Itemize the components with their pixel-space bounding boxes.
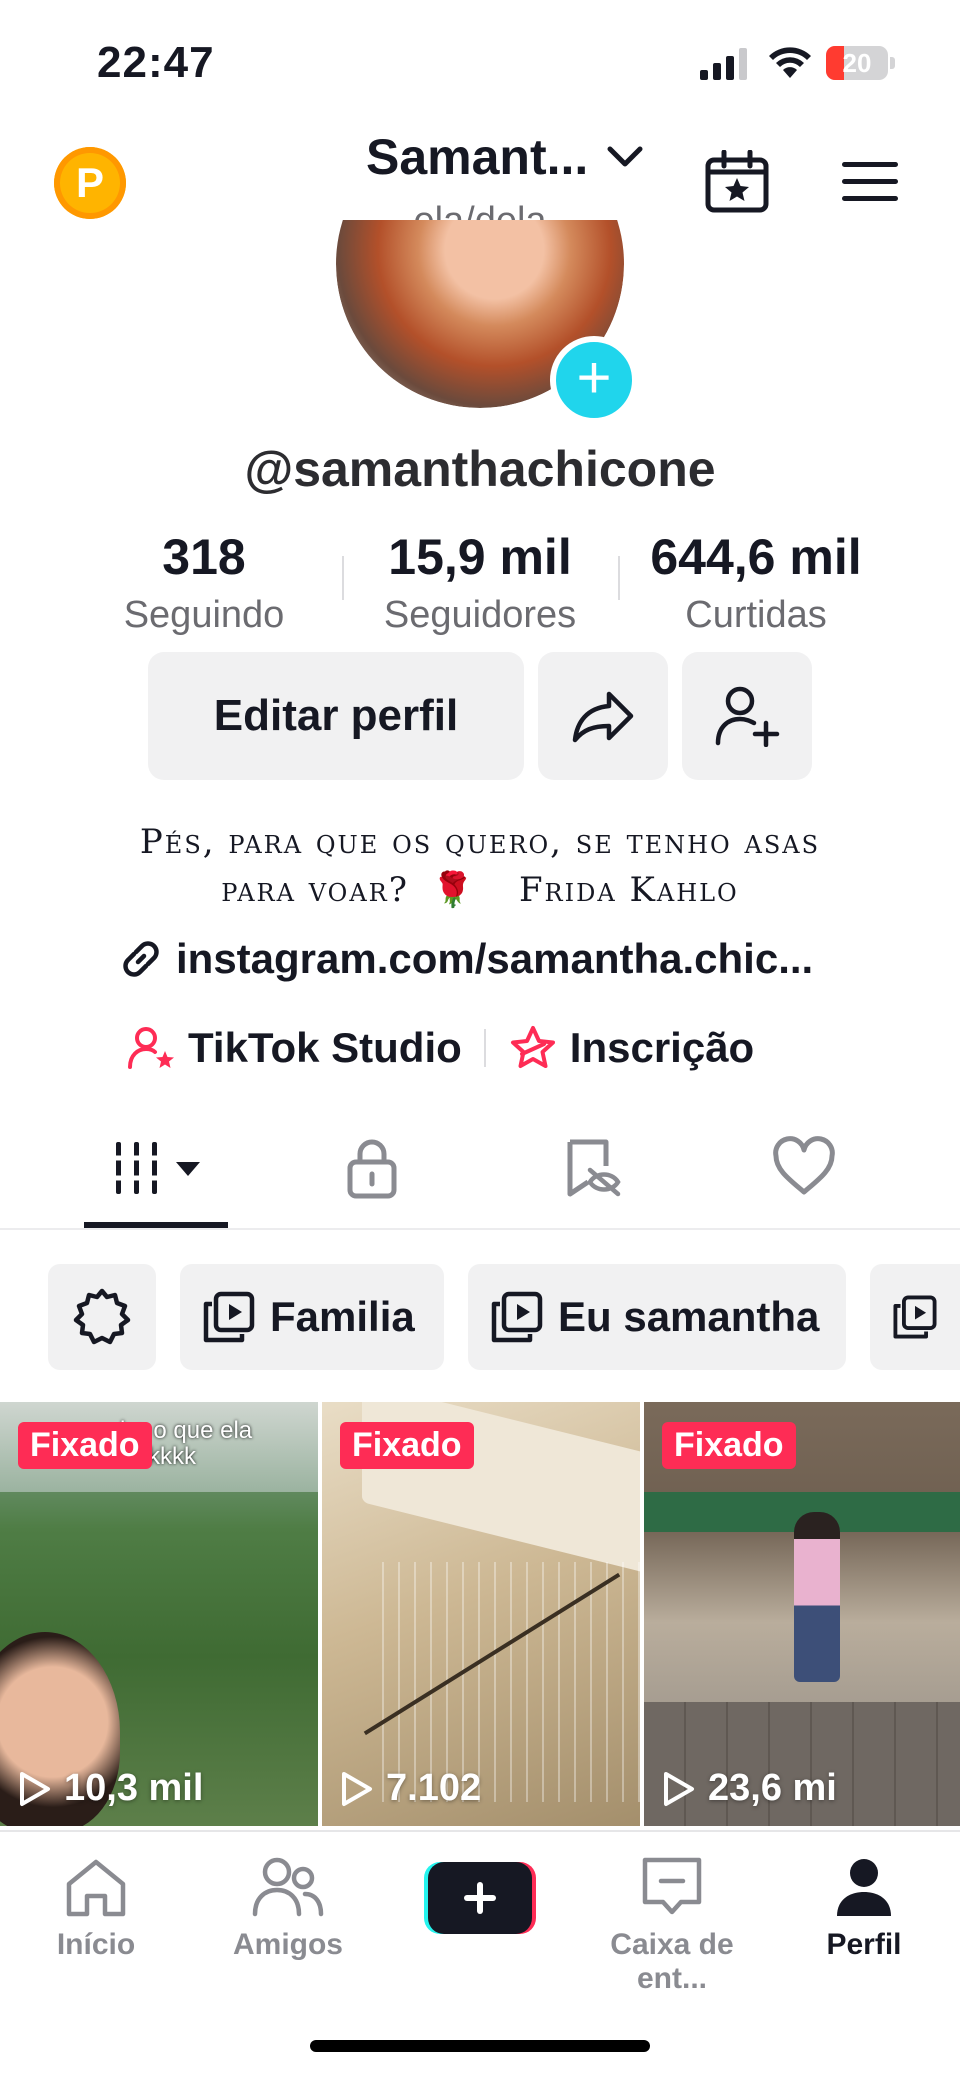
playlist-icon <box>203 1291 255 1343</box>
profile-icon <box>837 1859 891 1916</box>
stat-following-value[interactable]: 318 <box>54 528 354 586</box>
video-thumbnail[interactable]: ...be o que ela ...Kkkkkk Fixado 10,3 mi… <box>0 1402 318 1826</box>
status-time: 22:47 <box>97 38 215 87</box>
home-indicator <box>310 2040 650 2052</box>
playlist-label: Eu samantha <box>558 1293 820 1340</box>
view-count: 7.102 <box>340 1767 481 1810</box>
bio-line-2a: para voar? <box>221 870 409 910</box>
playlist-chip-partial[interactable] <box>870 1264 960 1370</box>
bio-line-2b: Frida Kahlo <box>518 870 739 910</box>
shortcut-row: TikTok Studio Inscrição <box>128 1024 754 1072</box>
stat-followers-label[interactable]: Seguidores <box>330 594 630 637</box>
stat-likes-value[interactable]: 644,6 mil <box>606 528 906 586</box>
plus-icon <box>464 1882 496 1914</box>
view-count: 10,3 mil <box>18 1767 203 1810</box>
nav-home[interactable]: Início <box>6 1856 186 1962</box>
pinned-badge: Fixado <box>662 1422 796 1469</box>
wifi-icon <box>769 47 811 78</box>
bio-line-1: Pés, para que os quero, se tenho asas <box>139 822 821 862</box>
play-icon <box>20 1771 50 1806</box>
videos-grid-tab-icon[interactable] <box>112 1136 204 1200</box>
share-icon <box>572 691 634 743</box>
creator-star-icon <box>128 1027 174 1069</box>
subscription-star-icon <box>510 1026 555 1068</box>
playlist-icon <box>893 1295 937 1339</box>
rose-emoji: 🌹 <box>431 870 477 910</box>
pinned-badge: Fixado <box>340 1422 474 1469</box>
playlist-chip[interactable]: Familia <box>180 1264 444 1370</box>
add-story-plus-icon[interactable]: + <box>550 336 638 424</box>
video-thumbnail[interactable]: Fixado 23,6 mi <box>644 1402 960 1826</box>
bio-link-text[interactable]: instagram.com/samantha.chic... <box>176 935 813 983</box>
edit-profile-button[interactable]: Editar perfil <box>148 652 524 780</box>
bio-link[interactable]: instagram.com/samantha.chic... <box>120 935 813 983</box>
signal-icon <box>700 48 747 80</box>
battery-level: 20 <box>842 48 872 78</box>
stat-likes-label[interactable]: Curtidas <box>606 594 906 637</box>
shortcut-divider <box>483 1029 486 1067</box>
bio-line-2: para voar? 🌹 Frida Kahlo <box>0 870 960 910</box>
add-user-icon <box>715 686 780 747</box>
view-count: 23,6 mi <box>662 1767 837 1810</box>
tiktok-studio-label[interactable]: TikTok Studio <box>188 1024 462 1072</box>
home-icon <box>66 1859 126 1917</box>
lock-tab-icon[interactable] <box>340 1136 404 1200</box>
account-switcher[interactable]: Samant... <box>366 128 588 186</box>
menu-icon[interactable] <box>840 158 900 206</box>
nav-inbox[interactable]: Caixa de ent... <box>582 1856 762 1996</box>
playlist-icon <box>491 1291 543 1343</box>
nav-friends[interactable]: Amigos <box>198 1856 378 1962</box>
tab-bar-divider <box>0 1228 960 1230</box>
nav-home-label: Início <box>56 1928 136 1961</box>
nav-friends-label: Amigos <box>232 1928 343 1961</box>
add-friends-button[interactable] <box>682 652 812 780</box>
stat-followers-value[interactable]: 15,9 mil <box>330 528 630 586</box>
view-count-value: 23,6 mi <box>708 1767 837 1809</box>
nav-profile[interactable]: Perfil <box>774 1856 954 1962</box>
playlist-label: Familia <box>270 1293 415 1340</box>
playlist-chip[interactable]: Eu samantha <box>468 1264 846 1370</box>
calendar-star-icon[interactable] <box>704 150 770 214</box>
video-thumbnail[interactable]: Fixado 7.102 <box>322 1402 640 1826</box>
gear-icon <box>73 1288 131 1345</box>
inbox-icon <box>642 1857 702 1915</box>
playlist-settings-button[interactable] <box>48 1264 156 1370</box>
subscription-label[interactable]: Inscrição <box>570 1024 754 1072</box>
view-count-value: 7.102 <box>386 1767 482 1809</box>
share-profile-button[interactable] <box>538 652 668 780</box>
heart-tab-icon[interactable] <box>772 1136 836 1200</box>
stat-following-label[interactable]: Seguindo <box>54 594 354 637</box>
nav-inbox-label: Caixa de ent... <box>610 1928 734 1995</box>
friends-icon <box>252 1857 324 1917</box>
create-button[interactable] <box>424 1862 536 1934</box>
nav-profile-label: Perfil <box>826 1928 902 1961</box>
view-count-value: 10,3 mil <box>64 1767 204 1809</box>
battery-icon: 20 <box>826 46 896 80</box>
saved-hidden-tab-icon[interactable] <box>560 1136 624 1200</box>
tiktok-studio-link[interactable]: TikTok Studio <box>128 1024 462 1072</box>
play-icon <box>342 1771 372 1806</box>
play-icon <box>664 1771 694 1806</box>
link-icon <box>123 941 159 977</box>
profile-handle: @samanthachicone <box>244 441 716 497</box>
subscription-link[interactable]: Inscrição <box>508 1024 754 1072</box>
pinned-badge: Fixado <box>18 1422 152 1469</box>
chevron-down-icon[interactable] <box>606 144 644 170</box>
